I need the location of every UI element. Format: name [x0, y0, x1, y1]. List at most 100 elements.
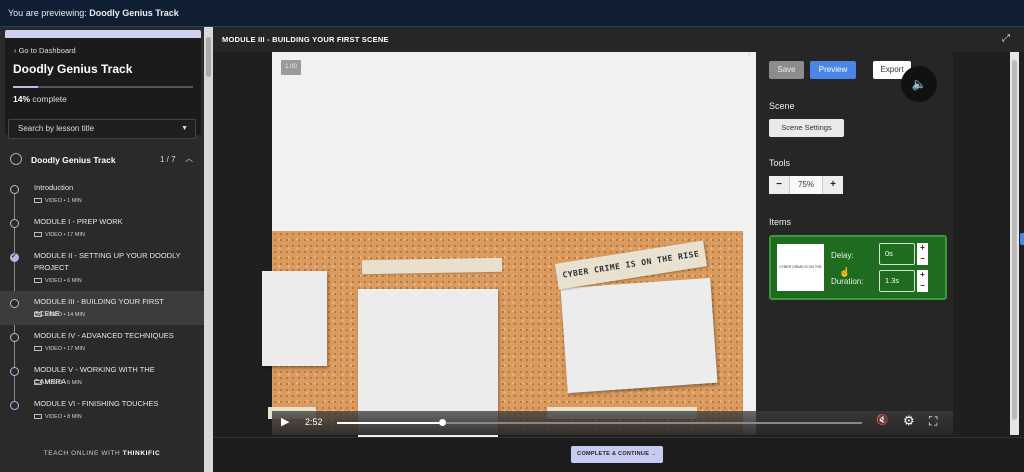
video-scrubber[interactable] — [337, 419, 862, 426]
lesson-item[interactable]: MODULE III - BUILDING YOUR FIRST SCENE VI… — [0, 291, 204, 325]
lesson-search-select[interactable]: Search by lesson title ▼ — [8, 119, 196, 139]
lesson-meta: VIDEO • 6 MIN — [34, 380, 82, 386]
sidebar-scrollbar[interactable] — [204, 27, 213, 472]
panel-toggle-icon[interactable]: › — [748, 52, 750, 58]
playback-speed-badge[interactable]: 1.00 — [281, 60, 301, 75]
mute-icon[interactable]: 🔇 — [876, 415, 888, 426]
delay-input[interactable]: 0s — [879, 243, 915, 265]
gear-icon[interactable]: ⚙ — [903, 413, 915, 429]
expand-icon[interactable]: ⤢ — [1002, 33, 1010, 44]
lesson-status-icon — [10, 185, 19, 194]
lesson-meta-text: VIDEO • 17 MIN — [45, 232, 85, 238]
lesson-status-icon — [10, 401, 19, 410]
duration-input[interactable]: 1.3s — [879, 270, 915, 292]
lesson-meta: VIDEO • 17 MIN — [34, 232, 85, 238]
video-camera-icon — [34, 278, 42, 284]
scrubber-handle[interactable] — [439, 419, 446, 426]
lesson-title: MODULE III - BUILDING YOUR FIRST SCENE — [222, 35, 389, 44]
item-thumbnail[interactable]: CYBER CRIME IS ON THE RISE — [777, 244, 824, 316]
lesson-status-icon — [10, 333, 19, 342]
lesson-item[interactable]: MODULE II - SETTING UP YOUR DOODLY PROJE… — [0, 245, 204, 291]
play-icon[interactable]: ▶ — [281, 415, 289, 428]
scene-label: Scene — [769, 101, 795, 111]
lesson-footer: COMPLETE & CONTINUE → — [213, 437, 1024, 472]
video-camera-icon — [34, 380, 42, 386]
caret-down-icon: ▼ — [181, 125, 188, 132]
lesson-item[interactable]: MODULE IV - ADVANCED TECHNIQUES VIDEO • 1… — [0, 325, 204, 359]
lesson-meta-text: VIDEO • 17 MIN — [45, 346, 85, 352]
content-scrollbar[interactable] — [1010, 52, 1019, 435]
zoom-out-button[interactable]: − — [769, 176, 789, 194]
complete-and-continue-button[interactable]: COMPLETE & CONTINUE → — [571, 446, 663, 463]
zoom-in-button[interactable]: + — [823, 176, 843, 194]
video-camera-icon — [34, 198, 42, 204]
lesson-meta: VIDEO • 6 MIN — [34, 278, 82, 284]
lesson-meta: VIDEO • 8 MIN — [34, 414, 82, 420]
scene-settings-button[interactable]: Scene Settings — [769, 119, 844, 137]
lesson-meta: VIDEO • 14 MIN — [34, 312, 85, 318]
progress-percent: 14% — [13, 94, 31, 104]
sidebar-scroll-thumb[interactable] — [206, 37, 211, 77]
video-camera-icon — [34, 312, 42, 318]
tools-label: Tools — [769, 158, 791, 168]
side-tab-handle[interactable] — [1020, 233, 1024, 245]
paper-note-3 — [560, 277, 718, 394]
chapter-header[interactable]: Doodly Genius Track 1 / 7 ︿ — [0, 147, 204, 173]
scene-item-card[interactable]: CYBER CRIME IS ON THE RISE Delay: 0s + −… — [769, 235, 947, 316]
course-sidebar: ‹ Go to Dashboard Doodly Genius Track 14… — [0, 27, 204, 472]
duration-label: Duration: — [831, 277, 864, 286]
lesson-item[interactable]: Introduction VIDEO • 1 MIN — [0, 177, 204, 211]
lesson-meta-text: VIDEO • 1 MIN — [45, 198, 82, 204]
video-camera-icon — [34, 414, 42, 420]
duration-increment-button[interactable]: + — [917, 270, 928, 281]
go-to-dashboard-link[interactable]: ‹ Go to Dashboard — [14, 46, 76, 55]
tape-strip-1 — [361, 257, 503, 275]
video-camera-icon — [34, 232, 42, 238]
lesson-item[interactable]: MODULE I - PREP WORK VIDEO • 17 MIN — [0, 211, 204, 245]
lesson-search-placeholder: Search by lesson title — [18, 124, 95, 133]
delay-decrement-button[interactable]: − — [917, 254, 928, 265]
lesson-meta-text: VIDEO • 6 MIN — [45, 380, 82, 386]
hand-cursor-icon: ☝ — [839, 267, 851, 277]
duration-decrement-button[interactable]: − — [917, 281, 928, 292]
volume-icon[interactable]: 🔈 — [901, 66, 937, 102]
lesson-status-icon — [10, 299, 19, 308]
video-camera-icon — [34, 346, 42, 352]
video-controls: ▶ 2:52 🔇 ⚙ ⛶ — [272, 411, 953, 435]
delay-increment-button[interactable]: + — [917, 243, 928, 254]
video-player[interactable]: 1.00 CYBER CRIME IS ON THE RISE › Save P… — [262, 52, 953, 439]
preview-prefix: You are previewing: — [8, 8, 87, 18]
chapter-name: Doodly Genius Track — [31, 155, 116, 165]
preview-button[interactable]: Preview — [810, 61, 856, 79]
course-progress-fill — [13, 86, 39, 88]
lesson-title: MODULE II - SETTING UP YOUR DOODLY PROJE… — [34, 251, 181, 272]
lesson-meta-text: VIDEO • 6 MIN — [45, 278, 82, 284]
progress-text: 14% complete — [13, 94, 67, 104]
fullscreen-icon[interactable]: ⛶ — [929, 414, 937, 429]
lesson-content: MODULE III - BUILDING YOUR FIRST SCENE ⤢… — [213, 27, 1024, 472]
lesson-title: MODULE I - PREP WORK — [34, 217, 123, 226]
chevron-up-icon[interactable]: ︿ — [185, 153, 193, 164]
lesson-meta: VIDEO • 17 MIN — [34, 346, 85, 352]
lesson-status-icon — [10, 219, 19, 228]
items-label: Items — [769, 217, 792, 227]
lesson-meta-text: VIDEO • 14 MIN — [45, 312, 85, 318]
card-header-stripe — [5, 30, 201, 38]
content-scroll-thumb[interactable] — [1012, 60, 1017, 420]
doodly-editor-panel: › Save Preview Export 🔈 Scene Scene Sett… — [748, 52, 953, 435]
preview-banner: You are previewing: Doodly Genius Track — [0, 0, 1024, 27]
thinkific-footer[interactable]: TEACH ONLINE WITH THINKIFIC — [0, 450, 204, 457]
save-button[interactable]: Save — [769, 61, 804, 79]
lesson-item[interactable]: MODULE V - WORKING WITH THE CAMERA VIDEO … — [0, 359, 204, 393]
chapter-count: 1 / 7 — [160, 155, 176, 164]
lesson-header: MODULE III - BUILDING YOUR FIRST SCENE ⤢ — [213, 27, 1024, 52]
lesson-complete-icon — [10, 252, 19, 262]
lesson-meta-text: VIDEO • 8 MIN — [45, 414, 82, 420]
lesson-title: MODULE IV - ADVANCED TECHNIQUES — [34, 331, 174, 340]
lesson-title: MODULE VI - FINISHING TOUCHES — [34, 399, 159, 408]
lesson-item[interactable]: MODULE VI - FINISHING TOUCHES VIDEO • 8 M… — [0, 393, 204, 427]
delay-label: Delay: — [831, 251, 854, 260]
lesson-meta: VIDEO • 1 MIN — [34, 198, 82, 204]
lesson-title: Introduction — [34, 183, 74, 192]
progress-suffix: complete — [32, 94, 67, 104]
